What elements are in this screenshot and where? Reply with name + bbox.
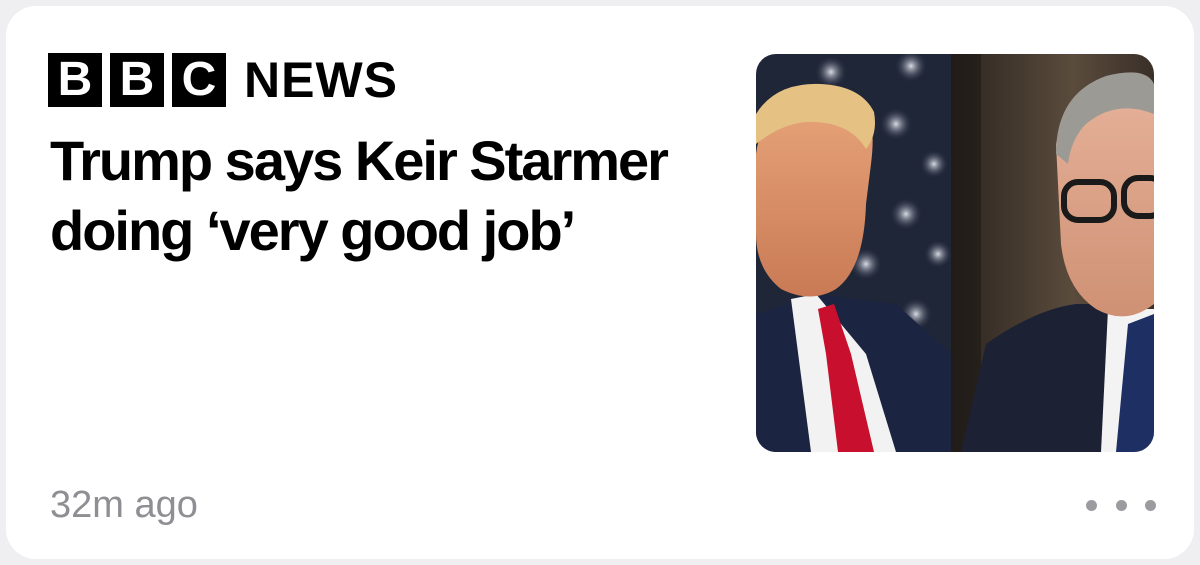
article-thumbnail[interactable] xyxy=(756,54,1154,452)
logo-letter-b2: B xyxy=(110,53,164,107)
logo-letter-b1: B xyxy=(48,53,102,107)
ellipsis-icon xyxy=(1086,499,1097,511)
timestamp: 32m ago xyxy=(50,484,198,526)
logo-word-news: NEWS xyxy=(244,52,398,108)
logo-letter-c: C xyxy=(172,53,226,107)
photo-thumbnail xyxy=(756,54,1154,452)
bbc-news-logo: B B C NEWS xyxy=(48,53,398,107)
news-card[interactable]: B B C NEWS Trump says Keir Starmer doing… xyxy=(6,6,1194,559)
ellipsis-icon xyxy=(1145,499,1156,511)
more-options-button[interactable] xyxy=(1086,490,1156,520)
headline[interactable]: Trump says Keir Starmer doing ‘very good… xyxy=(50,126,730,266)
ellipsis-icon xyxy=(1115,499,1127,511)
